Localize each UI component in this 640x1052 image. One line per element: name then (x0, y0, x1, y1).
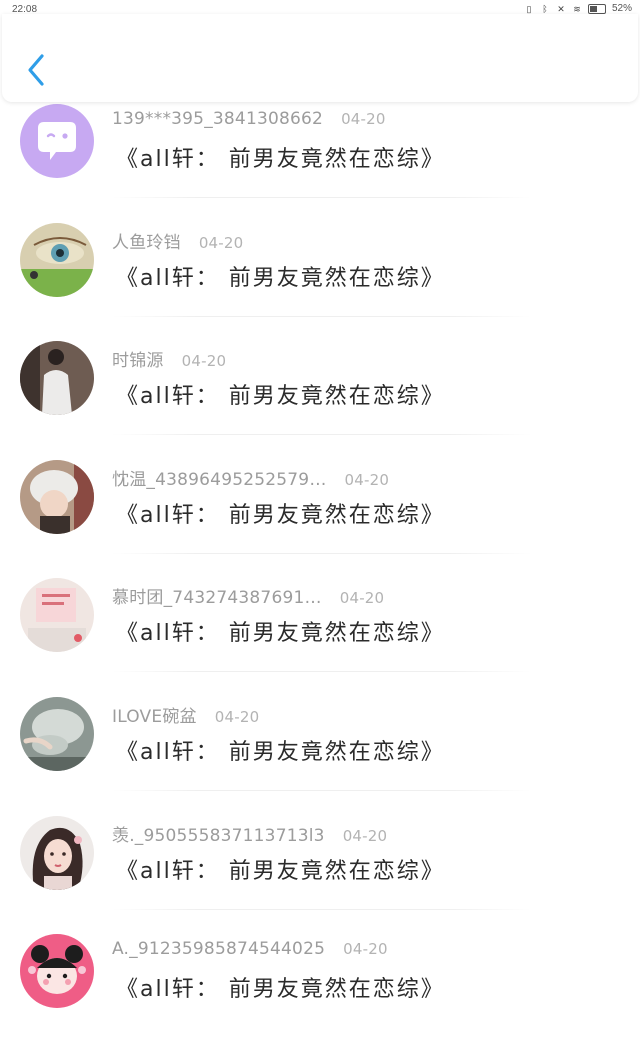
divider (112, 671, 532, 673)
username[interactable]: 慕时团_743274387691… (112, 588, 322, 608)
list-item[interactable]: ILOVE碗盆 04-20 《all轩： 前男友竟然在恋综》 (0, 696, 640, 815)
comment-text: 《all轩： 前男友竟然在恋综》 (116, 265, 445, 291)
vibrate-icon: ▯ (526, 3, 532, 14)
pink-note-image (20, 578, 94, 653)
avatar[interactable] (20, 578, 94, 653)
divider (112, 552, 532, 554)
comment-text: 《all轩： 前男友竟然在恋综》 (116, 502, 445, 528)
comment-date: 04-20 (181, 352, 227, 371)
username[interactable]: A._91235985874544025 (112, 939, 325, 959)
comment-date: 04-20 (198, 233, 244, 252)
username[interactable]: 时锦源 (112, 351, 164, 371)
divider (112, 908, 532, 910)
mute-icon: ✕ (557, 3, 565, 14)
list-item[interactable]: 139***395_3841308662 04-20 《all轩： 前男友竟然在恋… (0, 103, 640, 222)
list-item[interactable]: 忱温_43896495252579… 04-20 《all轩： 前男友竟然在恋综》 (0, 459, 640, 578)
pink-cartoon-image (20, 934, 94, 1009)
comment-meta: 忱温_43896495252579… 04-20 (112, 465, 390, 490)
divider (112, 315, 532, 317)
girl-hat-image (20, 459, 94, 534)
status-icons: ▯ ᛒ ✕ ≋ 52% (524, 3, 633, 14)
divider (112, 197, 532, 198)
avatar[interactable] (20, 815, 94, 890)
avatar[interactable] (20, 104, 94, 178)
bluetooth-icon: ᛒ (542, 3, 548, 14)
battery-fill (589, 5, 598, 12)
divider (112, 434, 532, 436)
eye-closeup-image (20, 222, 94, 297)
comment-date: 04-20 (344, 470, 390, 489)
comment-text: 《all轩： 前男友竟然在恋综》 (116, 147, 445, 172)
username[interactable]: 人鱼玲铛 (112, 233, 181, 253)
comment-meta: ILOVE碗盆 04-20 (112, 702, 260, 727)
top-bar (2, 14, 638, 102)
comment-meta: 时锦源 04-20 (112, 346, 227, 371)
battery-text: 52% (611, 3, 632, 14)
back-button[interactable] (20, 52, 52, 88)
divider (112, 789, 532, 791)
misty-hand-image (20, 696, 94, 771)
avatar[interactable] (20, 934, 94, 1009)
avatar[interactable] (20, 696, 94, 771)
comment-meta: 羡._950555837113713l3 04-20 (112, 821, 388, 846)
chat-bubble-icon (20, 104, 94, 178)
comment-text: 《all轩： 前男友竟然在恋综》 (116, 739, 445, 765)
comment-date: 04-20 (342, 826, 388, 845)
wifi-icon: ≋ (573, 3, 581, 14)
list-item[interactable]: 慕时团_743274387691… 04-20 《all轩： 前男友竟然在恋综》 (0, 577, 640, 696)
username[interactable]: 忱温_43896495252579… (112, 470, 327, 490)
comment-date: 04-20 (343, 940, 388, 959)
comment-date: 04-20 (339, 589, 385, 608)
list-item[interactable]: 人鱼玲铛 04-20 《all轩： 前男友竟然在恋综》 (0, 222, 640, 341)
comment-text: 《all轩： 前男友竟然在恋综》 (116, 858, 445, 884)
person-standing-image (20, 341, 94, 416)
comment-date: 04-20 (341, 110, 386, 128)
comment-meta: 人鱼玲铛 04-20 (112, 228, 244, 253)
chevron-left-icon (28, 54, 44, 86)
comment-text: 《all轩： 前男友竟然在恋综》 (116, 977, 445, 1003)
comment-date: 04-20 (214, 707, 260, 726)
comment-text: 《all轩： 前男友竟然在恋综》 (116, 621, 445, 647)
list-item[interactable]: A._91235985874544025 04-20 《all轩： 前男友竟然在恋… (0, 933, 640, 1052)
comment-meta: A._91235985874544025 04-20 (112, 939, 388, 963)
username[interactable]: 139***395_3841308662 (112, 109, 323, 129)
comment-text: 《all轩： 前男友竟然在恋综》 (116, 384, 445, 410)
comment-meta: 139***395_3841308662 04-20 (112, 109, 386, 133)
comment-meta: 慕时团_743274387691… 04-20 (112, 583, 385, 608)
username[interactable]: 羡._950555837113713l3 (112, 826, 325, 846)
illustrated-girl-image (20, 815, 94, 890)
avatar[interactable] (20, 341, 94, 416)
avatar[interactable] (20, 222, 94, 297)
list-item[interactable]: 时锦源 04-20 《all轩： 前男友竟然在恋综》 (0, 340, 640, 459)
username[interactable]: ILOVE碗盆 (112, 707, 197, 727)
avatar[interactable] (20, 459, 94, 534)
comment-list: 139***395_3841308662 04-20 《all轩： 前男友竟然在恋… (0, 103, 640, 1052)
battery-icon (587, 3, 606, 14)
list-item[interactable]: 羡._950555837113713l3 04-20 《all轩： 前男友竟然在恋… (0, 815, 640, 934)
